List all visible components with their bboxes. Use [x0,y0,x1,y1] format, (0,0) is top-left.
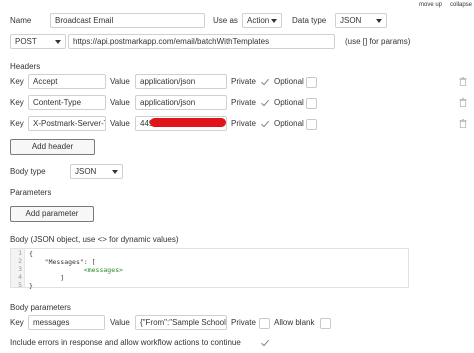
data-type-label: Data type [292,16,327,25]
line-number: 4 [18,273,22,281]
params-hint: (use [] for params) [345,37,411,46]
header-value-label: Value [110,98,130,107]
method-value: POST [15,37,37,46]
header-value-input[interactable]: application/json [135,95,227,110]
allow-blank-checkbox[interactable] [320,318,331,329]
header-key-label: Key [10,98,24,107]
use-as-value: Action [247,16,270,25]
chevron-down-icon [55,40,61,44]
parameters-title: Parameters [10,188,52,197]
line-number: 5 [18,281,22,289]
move-up-link[interactable]: move up [419,0,442,10]
body-param-value-label: Value [110,318,130,327]
header-key-input[interactable]: X-Postmark-Server-To [28,116,106,131]
private-check-icon[interactable] [260,98,270,108]
trash-icon[interactable] [459,77,467,86]
header-key-input[interactable]: Content-Type [28,95,106,110]
optional-checkbox[interactable] [306,77,317,88]
trash-icon[interactable] [459,98,467,107]
code-line: { [29,250,33,258]
header-value-label: Value [110,119,130,128]
private-check-icon[interactable] [260,119,270,129]
optional-checkbox[interactable] [306,119,317,130]
line-numbers: 1 2 3 4 5 [11,249,25,289]
line-number: 2 [18,257,22,265]
add-header-button[interactable]: Add header [10,139,95,155]
chevron-down-icon [376,19,382,23]
code-line: ] [29,274,65,282]
header-key-input[interactable]: Accept [28,74,106,89]
headers-title: Headers [10,62,41,71]
line-number: 1 [18,249,22,257]
code-line: <messages> [29,266,123,274]
private-label: Private [231,77,256,86]
dynamic-tag[interactable]: <messages> [84,266,123,274]
body-param-key-label: Key [10,318,24,327]
chevron-down-icon [112,170,118,174]
private-label: Private [231,318,256,327]
body-type-value: JSON [75,167,97,176]
header-value-label: Value [110,77,130,86]
add-parameter-button[interactable]: Add parameter [10,206,94,222]
body-param-key-input[interactable]: messages [28,315,105,330]
body-param-value-input[interactable]: {"From":"Sample School < [135,315,227,330]
body-parameters-title: Body parameters [10,303,71,312]
private-label: Private [231,98,256,107]
name-input[interactable]: Broadcast Email [50,13,205,28]
code-body: { "Messages": [ <messages> ] } [29,250,123,290]
data-type-value: JSON [340,16,362,25]
method-select[interactable]: POST [10,34,66,49]
json-editor[interactable]: 1 2 3 4 5 { "Messages": [ <messages> ] } [10,248,409,290]
redaction-mark [150,118,226,127]
body-type-select[interactable]: JSON [70,164,123,179]
data-type-select[interactable]: JSON [335,13,387,28]
use-as-select[interactable]: Action [242,13,282,28]
header-key-label: Key [10,77,24,86]
optional-checkbox[interactable] [306,98,317,109]
body-type-label: Body type [10,167,46,176]
collapse-link[interactable]: collapse [450,0,472,10]
private-label: Private [231,119,256,128]
chevron-down-icon [271,19,277,23]
header-value-input[interactable]: application/json [135,74,227,89]
private-check-icon[interactable] [260,77,270,87]
optional-label: Optional [274,119,304,128]
trash-icon[interactable] [459,119,467,128]
header-key-label: Key [10,119,24,128]
include-errors-check-icon[interactable] [260,338,270,348]
use-as-label: Use as [213,16,238,25]
allow-blank-label: Allow blank [274,318,315,327]
optional-label: Optional [274,98,304,107]
private-checkbox[interactable] [259,318,270,329]
body-json-label: Body (JSON object, use <> for dynamic va… [10,235,179,244]
name-label: Name [10,16,32,25]
code-line: } [29,282,33,290]
optional-label: Optional [274,77,304,86]
code-line: "Messages": [ [29,258,96,266]
include-errors-label: Include errors in response and allow wor… [10,338,241,347]
line-number: 3 [18,265,22,273]
url-input[interactable]: https://api.postmarkapp.com/email/batchW… [68,34,335,49]
